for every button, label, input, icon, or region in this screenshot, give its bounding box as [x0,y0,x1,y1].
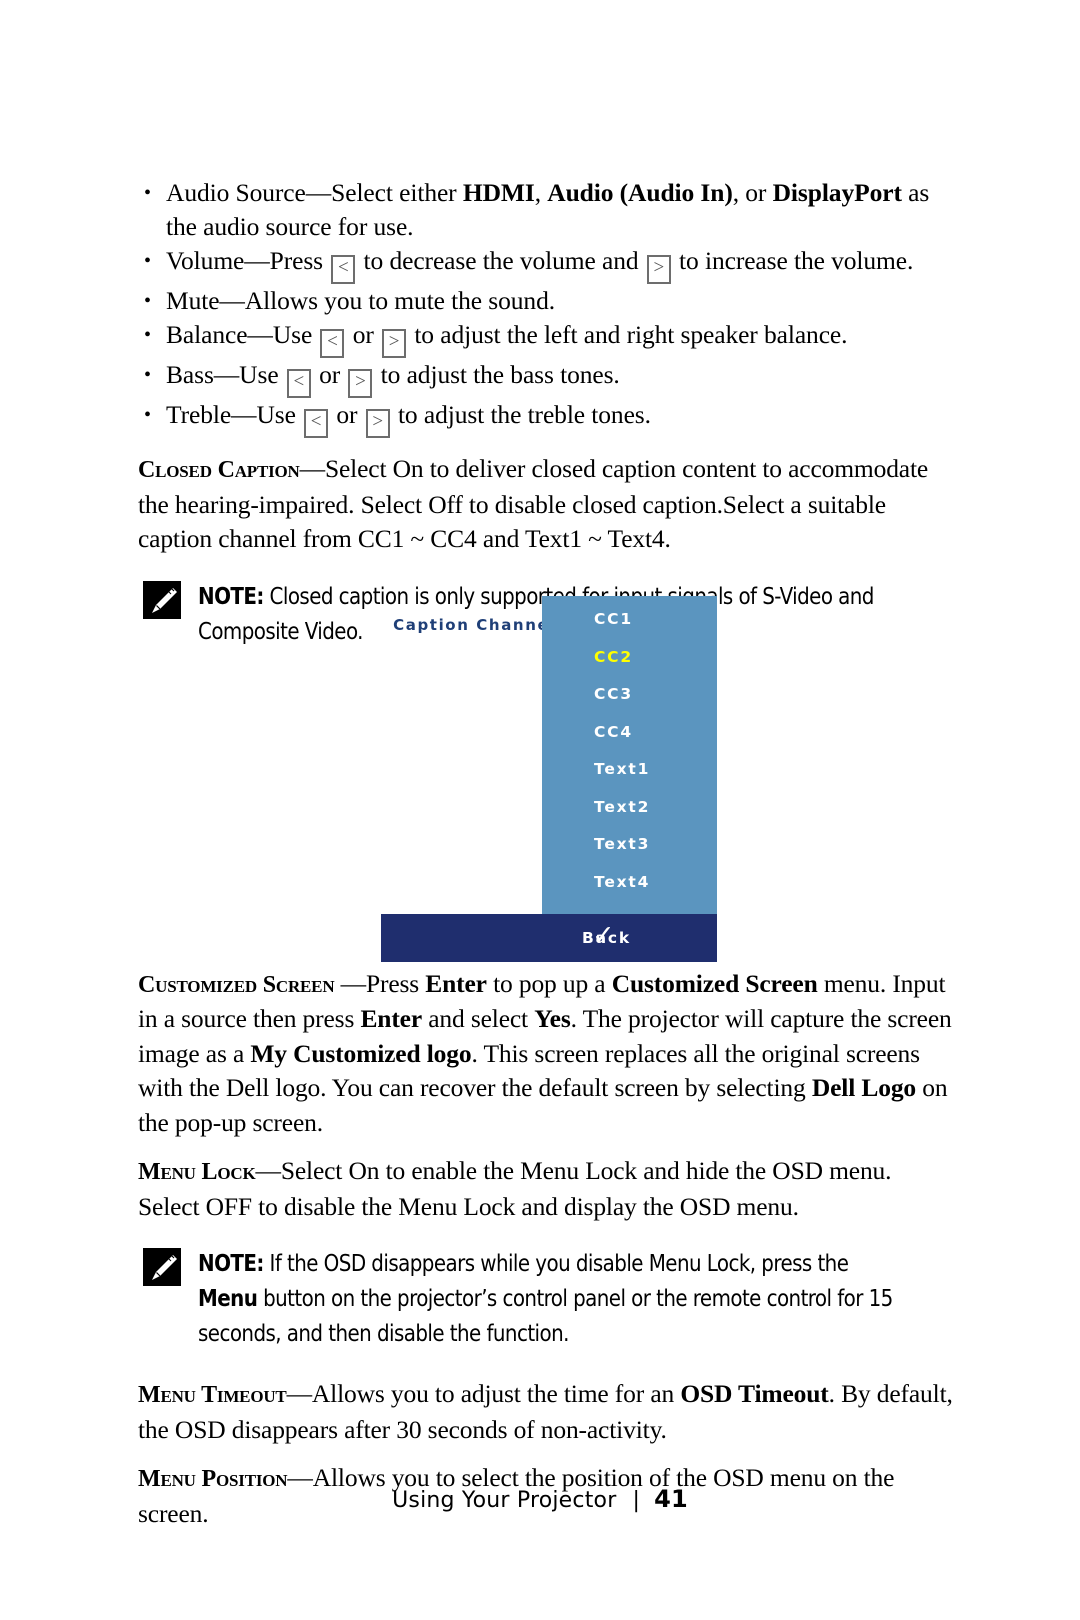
note-block-menu-lock: NOTE: If the OSD disappears while you di… [138,1246,958,1351]
cs-dell-logo: Dell Logo [811,1073,917,1102]
closed-caption-heading: Closed Caption [138,457,300,483]
cs-logo-name: My Customized logo [250,1038,472,1068]
ml-on: On [348,1156,380,1185]
customized-screen-heading: Customized Screen [138,971,335,998]
page-number: 41 [654,1485,688,1513]
osd-option-cc1[interactable]: CC1 [542,610,717,628]
footer-section-label: Using Your Projector [392,1488,617,1513]
list-item-volume: Volume—Press < to decrease the volume an… [138,244,958,284]
menu-lock-heading: Menu Lock [138,1159,256,1185]
list-item-text: Audio (Audio In) [547,178,733,207]
osd-option-text1[interactable]: Text1 [542,760,717,778]
osd-menu-label: Caption Channel [393,616,556,634]
list-item-text: , [534,178,548,207]
left-arrow-key-icon[interactable]: < [331,255,356,284]
list-item-text: or [346,320,381,349]
list-item-text: , or [732,178,773,207]
list-item-audio-source: Audio Source—Select either HDMI, Audio (… [138,176,958,244]
list-item-text: Balance—Use [166,320,319,349]
note-label: NOTE: [198,581,264,610]
osd-option-text2[interactable]: Text2 [542,798,717,816]
note-label: NOTE: [198,1249,264,1277]
closed-caption-body-1: —Select [299,454,393,483]
closed-caption-on: On [392,454,424,483]
note-pencil-icon [143,580,181,619]
ml-body-1: —Select [255,1156,349,1185]
list-item-text: to decrease the volume and [357,246,645,275]
note-text: NOTE: If the OSD disappears while you di… [198,1246,912,1351]
cs-yes: Yes [534,1004,571,1033]
right-arrow-key-icon[interactable]: > [365,409,390,438]
list-item-text: to increase the volume. [672,246,914,275]
osd-option-text4[interactable]: Text4 [542,873,717,891]
checkmark-icon[interactable]: ✓ [592,922,615,949]
menu-timeout-heading: Menu Timeout [138,1382,287,1408]
cs-enter-1: Enter [425,968,487,998]
footer-separator: | [632,1488,641,1513]
list-item-bass: Bass—Use < or > to adjust the bass tones… [138,358,958,398]
list-item-text: Bass—Use [166,360,285,389]
customized-screen-paragraph: Customized Screen —Press Enter to pop up… [138,967,958,1141]
list-item-text: to adjust the treble tones. [391,400,651,429]
list-item-text: Audio Source [166,178,306,207]
mt-osd-timeout: OSD Timeout [680,1379,829,1408]
left-arrow-key-icon[interactable]: < [320,329,345,358]
note-body-1: If the OSD disappears while you disable … [263,1249,849,1277]
document-page: Audio Source—Select either HDMI, Audio (… [0,0,1080,1620]
note-pencil-icon [143,1248,181,1286]
cs-menu-name: Customized Screen [611,968,818,998]
list-item-text: or [330,400,364,429]
cs-body-4: and select [422,1004,535,1033]
note-body-2: button on the projector’s control panel … [198,1284,893,1347]
list-item-text: —Select either [305,178,463,207]
osd-caption-channel-menu: Caption Channel CC1 CC2 CC3 CC4 Text1 Text2 Te… [381,596,717,962]
osd-option-cc4[interactable]: CC4 [542,723,717,741]
list-item-text: Volume—Press [166,246,330,275]
list-item-text: to adjust the bass tones. [374,360,620,389]
list-item-text: HDMI [462,178,535,207]
osd-option-cc2[interactable]: CC2 [542,648,717,666]
list-item-text: DisplayPort [772,178,902,207]
page-footer: Using Your Projector | 41 [0,1485,1080,1513]
closed-caption-off: Off [428,489,463,519]
list-item-treble: Treble—Use < or > to adjust the treble t… [138,398,958,438]
osd-options-panel [542,596,717,914]
list-item-text: Treble—Use [166,400,303,429]
audio-settings-list: Audio Source—Select either HDMI, Audio (… [138,176,958,438]
right-arrow-key-icon[interactable]: > [382,329,407,358]
osd-option-text3[interactable]: Text3 [542,835,717,853]
list-item-balance: Balance—Use < or > to adjust the left an… [138,318,958,358]
closed-caption-paragraph: Closed Caption—Select On to deliver clos… [138,452,958,557]
list-item-text: to adjust the left and right speaker bal… [408,320,848,349]
list-item-mute: Mute—Allows you to mute the sound. [138,284,958,318]
right-arrow-key-icon[interactable]: > [646,255,671,284]
note-menu-bold: Menu [198,1284,258,1312]
list-item-text: or [312,360,347,389]
cs-enter-2: Enter [360,1004,423,1033]
menu-timeout-paragraph: Menu Timeout—Allows you to adjust the ti… [138,1377,958,1447]
cs-body-1: —Press [334,968,426,998]
list-item-text: Mute—Allows you to mute the sound. [166,286,555,315]
cs-body-2: to pop up a [486,968,612,998]
mt-body-1: —Allows you to adjust the time for an [286,1379,681,1408]
menu-lock-paragraph: Menu Lock—Select On to enable the Menu L… [138,1154,958,1224]
left-arrow-key-icon[interactable]: < [286,369,311,398]
osd-option-cc3[interactable]: CC3 [542,685,717,703]
left-arrow-key-icon[interactable]: < [304,409,329,438]
right-arrow-key-icon[interactable]: > [348,369,373,398]
